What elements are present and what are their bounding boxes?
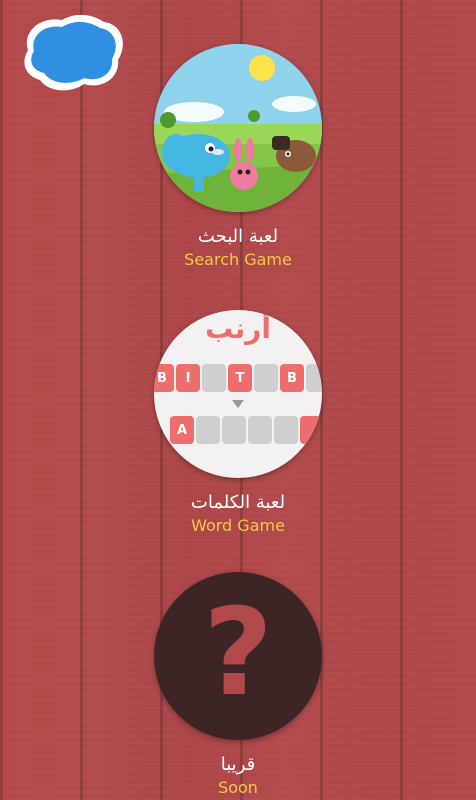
letter-tile-empty [254,364,278,392]
letter-tile: B [154,364,174,392]
answer-tile-empty [196,416,220,444]
search-game-title-ar: لعبة البحث [197,226,279,247]
animals-meadow-illustration [154,44,322,212]
menu-item-soon[interactable]: ? قريبا Soon [0,572,476,798]
letter-tile: I [176,364,200,392]
word-game-thumbnail: أرنب B I T B A [154,310,322,478]
answer-tile-empty [274,416,298,444]
menu-item-search-game[interactable]: لعبة البحث Search Game [0,44,476,270]
word-game-title-en: Word Game [191,516,285,535]
answer-tile: A [170,416,194,444]
letter-tile: B [280,364,304,392]
answer-tile-empty [222,416,246,444]
search-game-title-en: Search Game [184,250,292,269]
soon-title-ar: قريبا [220,754,256,775]
letter-tile: T [228,364,252,392]
soon-thumbnail: ? [154,572,322,740]
down-arrow-icon [232,400,244,408]
search-game-thumbnail [154,44,322,212]
answer-tile-empty [248,416,272,444]
word-preview-text: أرنب [205,312,271,345]
letter-tile-empty [202,364,226,392]
word-game-title-ar: لعبة الكلمات [190,492,286,513]
soon-title-en: Soon [218,778,258,797]
menu-item-word-game[interactable]: أرنب B I T B A لعبة الكلمات Word Game [0,310,476,536]
answer-tile-empty-red [300,416,322,444]
letter-tile-empty [306,364,322,392]
question-mark-icon: ? [203,584,273,723]
